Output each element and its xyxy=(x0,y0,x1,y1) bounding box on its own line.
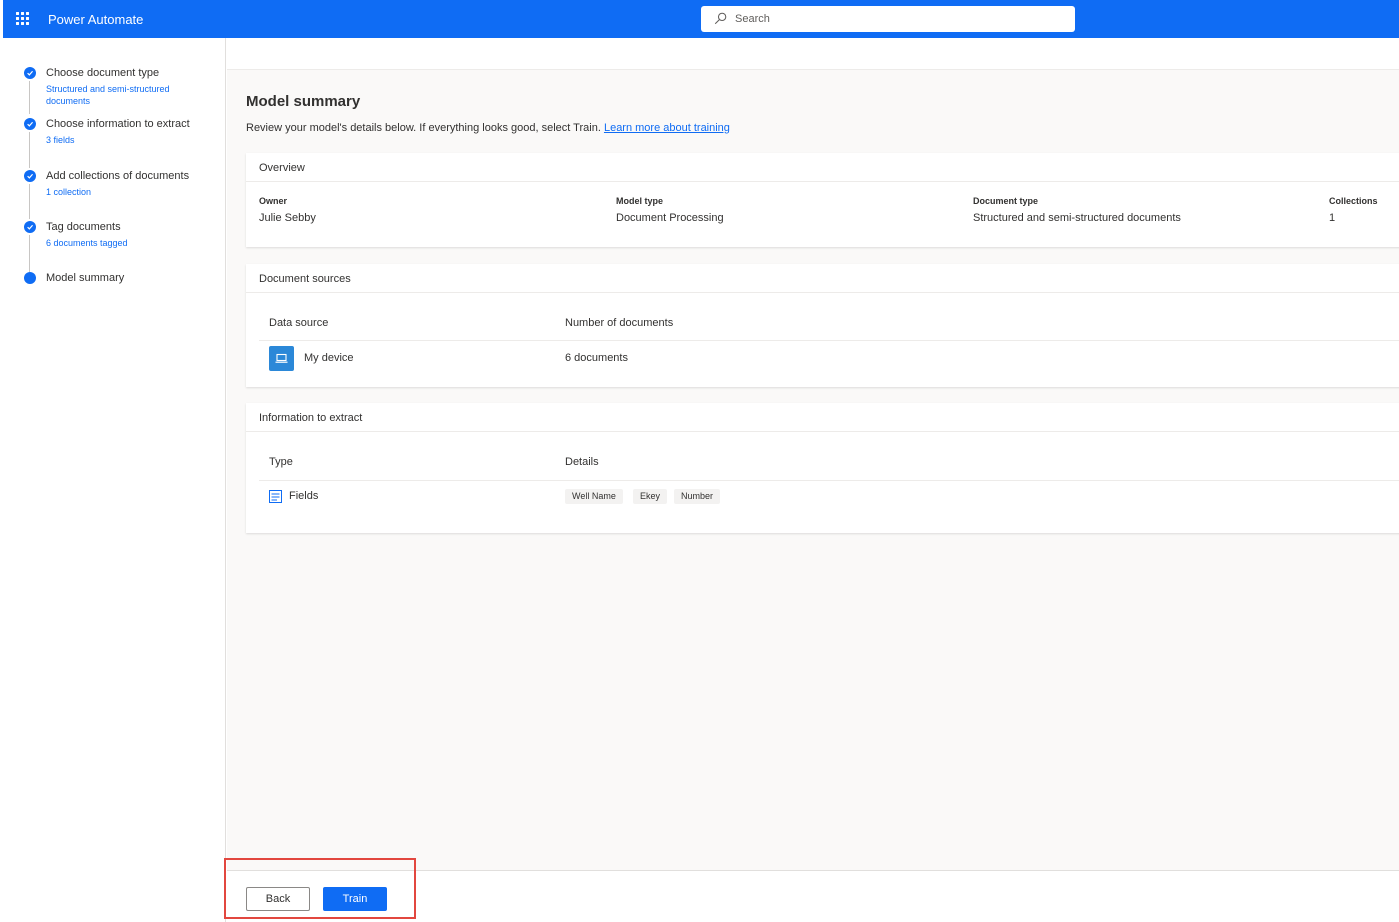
document-count-value: 6 documents xyxy=(565,352,628,364)
field-value: Structured and semi-structured documents xyxy=(973,212,1181,224)
card-heading: Information to extract xyxy=(246,403,1399,432)
command-bar xyxy=(227,38,1399,70)
step-subtitle: 1 collection xyxy=(46,187,92,197)
wizard-stepper: Choose document type Structured and semi… xyxy=(3,38,226,922)
app-title[interactable]: Power Automate xyxy=(48,12,143,27)
overview-document-type: Document type Structured and semi-struct… xyxy=(973,196,1181,224)
step-title: Choose information to extract xyxy=(46,118,190,130)
step-subtitle: Structured and semi-structured documents xyxy=(46,84,170,106)
card-heading: Document sources xyxy=(246,264,1399,293)
search-input[interactable] xyxy=(735,10,1055,28)
current-step-dot-icon xyxy=(24,272,36,284)
card-heading: Overview xyxy=(246,153,1399,182)
data-source-value: My device xyxy=(304,352,354,364)
column-header-data-source: Data source xyxy=(269,317,329,329)
overview-model-type: Model type Document Processing xyxy=(616,196,724,224)
document-sources-card: Document sources Data source Number of d… xyxy=(246,264,1399,387)
column-header-type: Type xyxy=(269,456,293,468)
learn-more-link[interactable]: Learn more about training xyxy=(604,122,730,134)
step-subtitle: 6 documents tagged xyxy=(46,238,128,248)
field-tag: Number xyxy=(674,489,721,504)
type-value: Fields xyxy=(289,490,319,502)
step-title: Tag documents xyxy=(46,221,121,233)
train-button[interactable]: Train xyxy=(323,887,387,911)
page-description: Review your model's details below. If ev… xyxy=(246,122,730,134)
field-tag: Well Name xyxy=(565,489,623,504)
field-value: 1 xyxy=(1329,212,1336,224)
field-label: Model type xyxy=(616,196,664,206)
top-bar: Power Automate xyxy=(3,0,1399,38)
check-icon xyxy=(24,67,36,79)
search-box[interactable] xyxy=(701,6,1075,32)
description-text: Review your model's details below. If ev… xyxy=(246,122,601,134)
step-title: Choose document type xyxy=(46,67,160,79)
check-icon xyxy=(24,221,36,233)
search-icon xyxy=(714,12,727,25)
column-header-details: Details xyxy=(565,456,599,468)
field-label: Document type xyxy=(973,196,1039,206)
app-launcher-icon[interactable] xyxy=(16,12,30,26)
overview-collections: Collections 1 xyxy=(1329,196,1378,224)
step-subtitle: 3 fields xyxy=(46,135,75,145)
step-title: Model summary xyxy=(46,272,125,284)
laptop-icon xyxy=(269,346,294,371)
step-title: Add collections of documents xyxy=(46,170,190,182)
field-value: Document Processing xyxy=(616,212,724,224)
footer-bar: Back Train xyxy=(227,870,1399,922)
overview-card: Overview Owner Julie Sebby Model type Do… xyxy=(246,153,1399,247)
field-label: Owner xyxy=(259,196,288,206)
check-icon xyxy=(24,170,36,182)
overview-owner: Owner Julie Sebby xyxy=(259,196,316,224)
field-label: Collections xyxy=(1329,196,1378,206)
back-button[interactable]: Back xyxy=(246,887,310,911)
page-title: Model summary xyxy=(246,93,361,110)
information-to-extract-card: Information to extract Type Details Fiel… xyxy=(246,403,1399,533)
field-tag: Ekey xyxy=(633,489,668,504)
check-icon xyxy=(24,118,36,130)
fields-icon xyxy=(269,490,282,503)
main-content: Model summary Review your model's detail… xyxy=(227,38,1399,870)
column-header-number-of-documents: Number of documents xyxy=(565,317,674,329)
field-value: Julie Sebby xyxy=(259,212,316,224)
